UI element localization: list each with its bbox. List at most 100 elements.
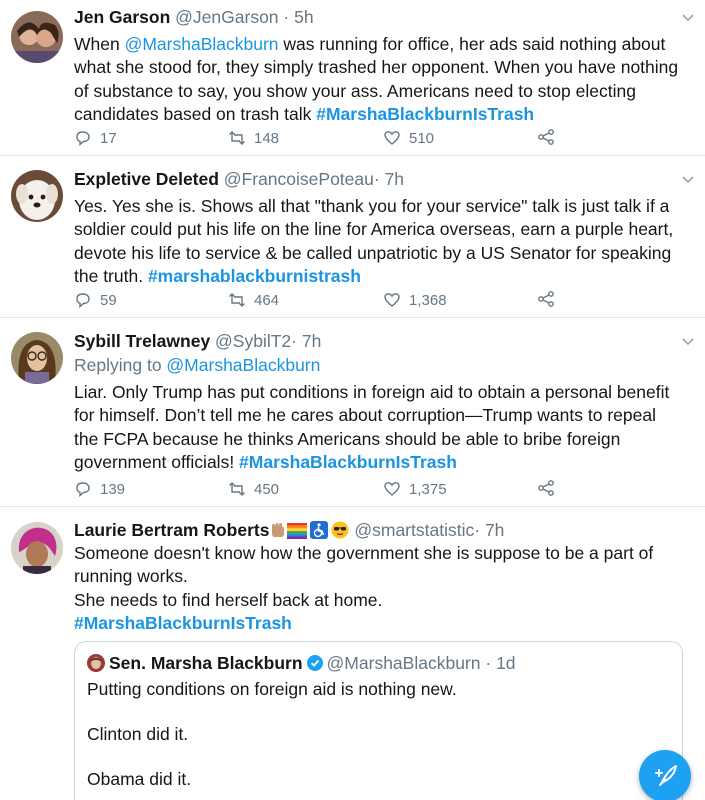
share-icon[interactable] bbox=[537, 479, 555, 497]
text-segment: devote his life to service & be called u… bbox=[74, 242, 672, 263]
separator-dot: · bbox=[474, 520, 481, 540]
reply-button[interactable]: 17 bbox=[74, 128, 117, 148]
retweet-icon bbox=[229, 131, 245, 145]
text-segment: of substance to say, you show your ass. … bbox=[74, 80, 636, 101]
text-segment: the FCPA because he thinks Americans sho… bbox=[74, 428, 621, 449]
quoted-tweet[interactable]: Sen. Marsha Blackburn @MarshaBlackburn · … bbox=[74, 641, 683, 800]
avatar bbox=[87, 654, 105, 672]
heart-icon bbox=[384, 131, 400, 145]
tweet-text: Yes. Yes she is. Shows all that "thank y… bbox=[74, 195, 693, 288]
avatar[interactable] bbox=[11, 170, 63, 222]
retweet-button[interactable]: 464 bbox=[228, 290, 279, 310]
user-handle[interactable]: @JenGarson bbox=[175, 7, 278, 27]
chevron-down-icon[interactable] bbox=[681, 335, 695, 349]
display-name[interactable]: Laurie Bertram Roberts bbox=[74, 520, 269, 540]
reply-button[interactable]: 59 bbox=[74, 290, 117, 310]
like-button[interactable]: 1,368 bbox=[383, 290, 447, 310]
user-handle[interactable]: @FrancoisePoteau bbox=[224, 169, 374, 189]
separator-dot: · bbox=[485, 653, 492, 673]
reply-count: 17 bbox=[100, 129, 117, 147]
tweet[interactable]: Jen Garson @JenGarson · 5h When @MarshaB… bbox=[0, 0, 705, 156]
text-segment: government officials! bbox=[74, 451, 240, 472]
retweet-icon bbox=[229, 482, 245, 496]
tweet-actions: 17 148 510 bbox=[74, 128, 574, 148]
tweet-text: Someone doesn't know how the government … bbox=[74, 542, 693, 635]
raised-fist-icon bbox=[269, 521, 287, 544]
user-handle[interactable]: @MarshaBlackburn bbox=[327, 653, 481, 673]
retweet-button[interactable]: 450 bbox=[228, 479, 279, 499]
hashtag-link[interactable]: #MarshaBlackburnIsTrash bbox=[316, 104, 534, 124]
user-handle[interactable]: @smartstatistic bbox=[354, 520, 474, 540]
reply-icon bbox=[76, 131, 90, 147]
avatar[interactable] bbox=[11, 11, 63, 63]
like-count: 1,368 bbox=[409, 291, 447, 309]
mention-link[interactable]: @MarshaBlackburn bbox=[166, 355, 320, 375]
hashtag-link[interactable]: #MarshaBlackburnIsTrash bbox=[239, 452, 457, 472]
separator-dot: · bbox=[283, 7, 290, 27]
quoted-tweet-header: Sen. Marsha Blackburn @MarshaBlackburn · … bbox=[87, 652, 516, 674]
reply-button[interactable]: 139 bbox=[74, 479, 125, 499]
retweet-button[interactable]: 148 bbox=[228, 128, 279, 148]
retweet-icon bbox=[229, 293, 245, 307]
user-handle[interactable]: @SybilT2 bbox=[215, 331, 291, 351]
chevron-down-icon[interactable] bbox=[681, 11, 695, 25]
avatar[interactable] bbox=[11, 522, 63, 574]
chevron-down-icon[interactable] bbox=[681, 173, 695, 187]
heart-icon bbox=[384, 482, 400, 496]
timestamp[interactable]: 5h bbox=[294, 7, 313, 27]
compose-tweet-button[interactable] bbox=[639, 750, 691, 800]
text-segment: Someone doesn't know how the government … bbox=[74, 543, 654, 563]
retweet-count: 450 bbox=[254, 480, 280, 498]
tweet-header: Expletive Deleted @FrancoisePoteau· 7h bbox=[74, 168, 693, 190]
text-segment: soldier could put his life on the line f… bbox=[74, 219, 674, 240]
separator-dot: · bbox=[373, 169, 380, 189]
quoted-text-line: Putting conditions on foreign aid is not… bbox=[87, 679, 457, 699]
like-button[interactable]: 510 bbox=[383, 128, 434, 148]
share-icon[interactable] bbox=[537, 128, 555, 146]
tweet-text: When @MarshaBlackburn was running for of… bbox=[74, 33, 693, 126]
sunglasses-face-icon bbox=[331, 521, 349, 544]
timestamp[interactable]: 1d bbox=[496, 653, 515, 673]
text-segment: candidates based on trash talk bbox=[74, 103, 317, 124]
display-name[interactable]: Sybill Trelawney bbox=[74, 331, 210, 351]
text-segment: was running for office, her ads said not… bbox=[278, 34, 666, 54]
timestamp[interactable]: 7h bbox=[302, 331, 321, 351]
like-count: 510 bbox=[409, 129, 435, 147]
tweet[interactable]: Sybill Trelawney @SybilT2· 7h Replying t… bbox=[0, 318, 705, 507]
reply-icon bbox=[76, 482, 90, 498]
text-segment: running works. bbox=[74, 566, 188, 587]
tweet-header: Laurie Bertram Roberts @smartstatistic· … bbox=[74, 519, 693, 541]
tweet[interactable]: Laurie Bertram Roberts @smartstatistic· … bbox=[0, 507, 705, 800]
tweet-header: Sybill Trelawney @SybilT2· 7h bbox=[74, 330, 693, 352]
quoted-text-line: Clinton did it. bbox=[87, 724, 189, 744]
tweet[interactable]: Expletive Deleted @FrancoisePoteau· 7h Y… bbox=[0, 156, 705, 318]
avatar[interactable] bbox=[11, 332, 63, 384]
reply-icon bbox=[76, 293, 90, 309]
hashtag-link[interactable]: #MarshaBlackburnIsTrash bbox=[74, 613, 292, 633]
quoted-tweet-text: Putting conditions on foreign aid is not… bbox=[87, 678, 457, 790]
text-segment: what she stood for, they simply trashed … bbox=[74, 57, 679, 78]
text-segment: When bbox=[74, 34, 125, 54]
timeline: Jen Garson @JenGarson · 5h When @MarshaB… bbox=[0, 0, 705, 800]
replying-to: Replying to @MarshaBlackburn bbox=[74, 354, 693, 377]
reply-count: 139 bbox=[100, 480, 126, 498]
tweet-actions: 59 464 1,368 bbox=[74, 290, 574, 310]
text-segment: the truth. bbox=[74, 265, 148, 286]
text-segment: Yes. Yes she is. Shows all that "thank y… bbox=[74, 196, 670, 216]
retweet-count: 148 bbox=[254, 129, 280, 147]
hashtag-link[interactable]: #marshablackburnistrash bbox=[148, 266, 361, 286]
timestamp[interactable]: 7h bbox=[485, 520, 504, 540]
timestamp[interactable]: 7h bbox=[385, 169, 404, 189]
display-name[interactable]: Expletive Deleted bbox=[74, 169, 219, 189]
tweet-text: Liar. Only Trump has put conditions in f… bbox=[74, 381, 693, 474]
retweet-count: 464 bbox=[254, 291, 280, 309]
mention-link[interactable]: @MarshaBlackburn bbox=[125, 34, 279, 54]
heart-icon bbox=[384, 293, 400, 307]
like-count: 1,375 bbox=[409, 480, 447, 498]
display-name[interactable]: Sen. Marsha Blackburn bbox=[109, 653, 303, 673]
display-name[interactable]: Jen Garson bbox=[74, 7, 170, 27]
like-button[interactable]: 1,375 bbox=[383, 479, 447, 499]
tweet-actions: 139 450 1,375 bbox=[74, 479, 574, 499]
text-segment: for himself. Don’t tell me he cares abou… bbox=[74, 405, 656, 426]
share-icon[interactable] bbox=[537, 290, 555, 308]
